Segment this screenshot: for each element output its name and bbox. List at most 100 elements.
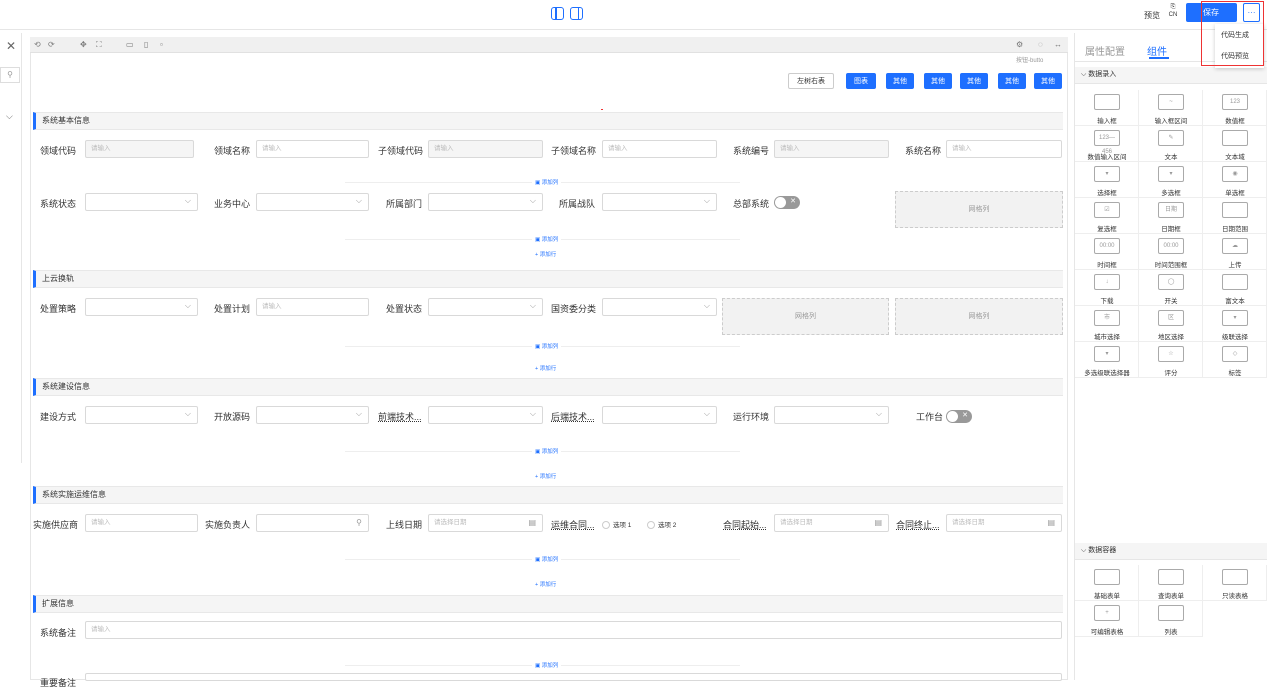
remark-input[interactable]: 请输入 (85, 621, 1062, 639)
menu-item-code-generate[interactable]: 代码生成 (1215, 27, 1264, 45)
settings-icon[interactable]: ⚙ (1016, 40, 1023, 49)
grid-column-placeholder[interactable]: 网格列 (895, 298, 1063, 335)
radio-option-1[interactable]: 选项 1 (602, 519, 631, 530)
section-ext[interactable]: 扩展信息 (33, 595, 1063, 613)
close-icon[interactable]: ✕ (6, 39, 16, 53)
owner-input[interactable]: ⚲ (256, 514, 369, 532)
workbench-toggle[interactable] (946, 410, 972, 423)
more-button[interactable]: ··· (1243, 3, 1260, 22)
right-panel-toggle-icon[interactable] (570, 7, 583, 20)
component-tile[interactable]: ◯ 开关 (1139, 270, 1203, 306)
component-tile[interactable]: ◉ 单选框 (1203, 162, 1267, 198)
state-select[interactable] (428, 298, 543, 316)
radio-icon[interactable] (602, 521, 610, 530)
component-tile[interactable]: 区地区选择 (1139, 306, 1203, 342)
add-row-button[interactable]: + 添加行 (532, 250, 560, 258)
frontend-select[interactable] (428, 406, 543, 424)
add-column-button[interactable]: ▣ 添加列 (532, 447, 562, 455)
chevron-down-icon[interactable]: ⌵ (6, 111, 13, 122)
contract-end-picker[interactable]: 请选择日期 ▤ (946, 514, 1062, 532)
other-button[interactable]: 其他 (924, 73, 952, 89)
system-status-select[interactable] (85, 193, 198, 211)
component-tile[interactable]: ↓ 下载 (1075, 270, 1139, 306)
component-tile[interactable]: 日期 日期框 (1139, 198, 1203, 234)
grid-column-placeholder[interactable]: 网格列 (895, 191, 1063, 228)
redo-icon[interactable]: ⟳ (48, 40, 55, 49)
category-data-container[interactable]: ⌵ 数据容器 (1075, 543, 1267, 560)
component-tile[interactable]: ☆ 评分 (1139, 342, 1203, 378)
section-cloud[interactable]: 上云换轨 (33, 270, 1063, 288)
subdomain-code-input[interactable]: 请输入 (428, 140, 543, 158)
search-icon[interactable]: ⚲ (356, 515, 362, 531)
left-panel-toggle-icon[interactable] (551, 7, 564, 20)
tablet-view-icon[interactable]: ▯ (144, 40, 148, 49)
system-no-input[interactable]: 请输入 (774, 140, 889, 158)
component-tile[interactable]: 00:00 时间范围框 (1139, 234, 1203, 270)
mobile-view-icon[interactable]: ▫ (160, 40, 163, 49)
component-tile[interactable]: ▾ 级联选择 (1203, 306, 1267, 342)
tree-table-button[interactable]: 左树右表 (788, 73, 834, 89)
tab-components[interactable]: 组件 (1147, 43, 1167, 58)
env-select[interactable] (774, 406, 889, 424)
component-tile[interactable]: 输入框 (1075, 90, 1139, 126)
section-build[interactable]: 系统建设信息 (33, 378, 1063, 396)
component-tile[interactable]: 日期范围 (1203, 198, 1267, 234)
desktop-view-icon[interactable]: ▭ (126, 40, 134, 49)
other-button[interactable]: 其他 (998, 73, 1026, 89)
language-switch[interactable]: ⎘ CN (1166, 3, 1180, 25)
component-tile[interactable]: ◇ 标签 (1203, 342, 1267, 378)
radio-option-2[interactable]: 选项 2 (647, 519, 676, 530)
eye-icon[interactable]: ◌ (1038, 40, 1043, 49)
component-tile[interactable]: 只读表格 (1203, 565, 1267, 601)
domain-code-input[interactable]: 请输入 (85, 140, 194, 158)
component-tile[interactable]: ▾ 多选框 (1139, 162, 1203, 198)
other-button[interactable]: 其他 (886, 73, 914, 89)
category-data-input[interactable]: ⌵ 数据录入 (1075, 67, 1267, 84)
vendor-input[interactable]: 请输入 (85, 514, 198, 532)
online-date-picker[interactable]: 请选择日期 ▤ (428, 514, 543, 532)
backend-select[interactable] (602, 406, 717, 424)
main-system-toggle[interactable] (774, 196, 800, 209)
add-column-button[interactable]: ▣ 添加列 (532, 661, 562, 669)
component-tile[interactable]: 市城市选择 (1075, 306, 1139, 342)
component-tile[interactable]: + 可编辑表格 (1075, 601, 1139, 637)
domain-name-input[interactable]: 请输入 (256, 140, 369, 158)
contract-start-picker[interactable]: 请选择日期 ▤ (774, 514, 889, 532)
radio-icon[interactable] (647, 521, 655, 530)
fullscreen-icon[interactable]: ⛶ (96, 40, 102, 50)
component-tile[interactable]: ~ 输入框区间 (1139, 90, 1203, 126)
add-row-button[interactable]: + 添加行 (532, 472, 560, 480)
component-tile[interactable]: 文本域 (1203, 126, 1267, 162)
component-tile[interactable]: 00:00 时间框 (1075, 234, 1139, 270)
expand-icon[interactable]: ↔ (1054, 40, 1062, 49)
component-tile[interactable]: 基础表单 (1075, 565, 1139, 601)
undo-icon[interactable]: ⟲ (34, 40, 41, 49)
team-select[interactable] (602, 193, 717, 211)
component-tile[interactable]: ☁ 上传 (1203, 234, 1267, 270)
add-column-button[interactable]: ▣ 添加列 (532, 342, 562, 350)
save-button[interactable]: 保存 (1186, 3, 1237, 22)
subdomain-name-input[interactable]: 请输入 (602, 140, 717, 158)
other-button[interactable]: 其他 (960, 73, 988, 89)
component-tile[interactable]: ▾ 选择框 (1075, 162, 1139, 198)
business-center-select[interactable] (256, 193, 369, 211)
component-tile[interactable]: 富文本 (1203, 270, 1267, 306)
classify-select[interactable] (602, 298, 717, 316)
add-row-button[interactable]: + 添加行 (532, 580, 560, 588)
grid-column-placeholder[interactable]: 网格列 (722, 298, 889, 335)
strategy-select[interactable] (85, 298, 198, 316)
component-tile[interactable]: 123 数值框 (1203, 90, 1267, 126)
component-tile[interactable]: 查询表单 (1139, 565, 1203, 601)
chart-button[interactable]: 图表 (846, 73, 876, 89)
component-tile[interactable]: ▾ 多选级联选择器 (1075, 342, 1139, 378)
component-tile[interactable]: ✎ 文本 (1139, 126, 1203, 162)
section-ops[interactable]: 系统实施运维信息 (33, 486, 1063, 504)
open-source-select[interactable] (256, 406, 369, 424)
move-icon[interactable]: ✥ (80, 40, 87, 49)
search-icon[interactable]: ⚲ (0, 67, 20, 83)
other-button[interactable]: 其他 (1034, 73, 1062, 89)
tab-properties[interactable]: 属性配置 (1085, 43, 1125, 58)
method-select[interactable] (85, 406, 198, 424)
add-column-button[interactable]: ▣ 添加列 (532, 235, 562, 243)
add-column-button[interactable]: ▣ 添加列 (532, 178, 562, 186)
